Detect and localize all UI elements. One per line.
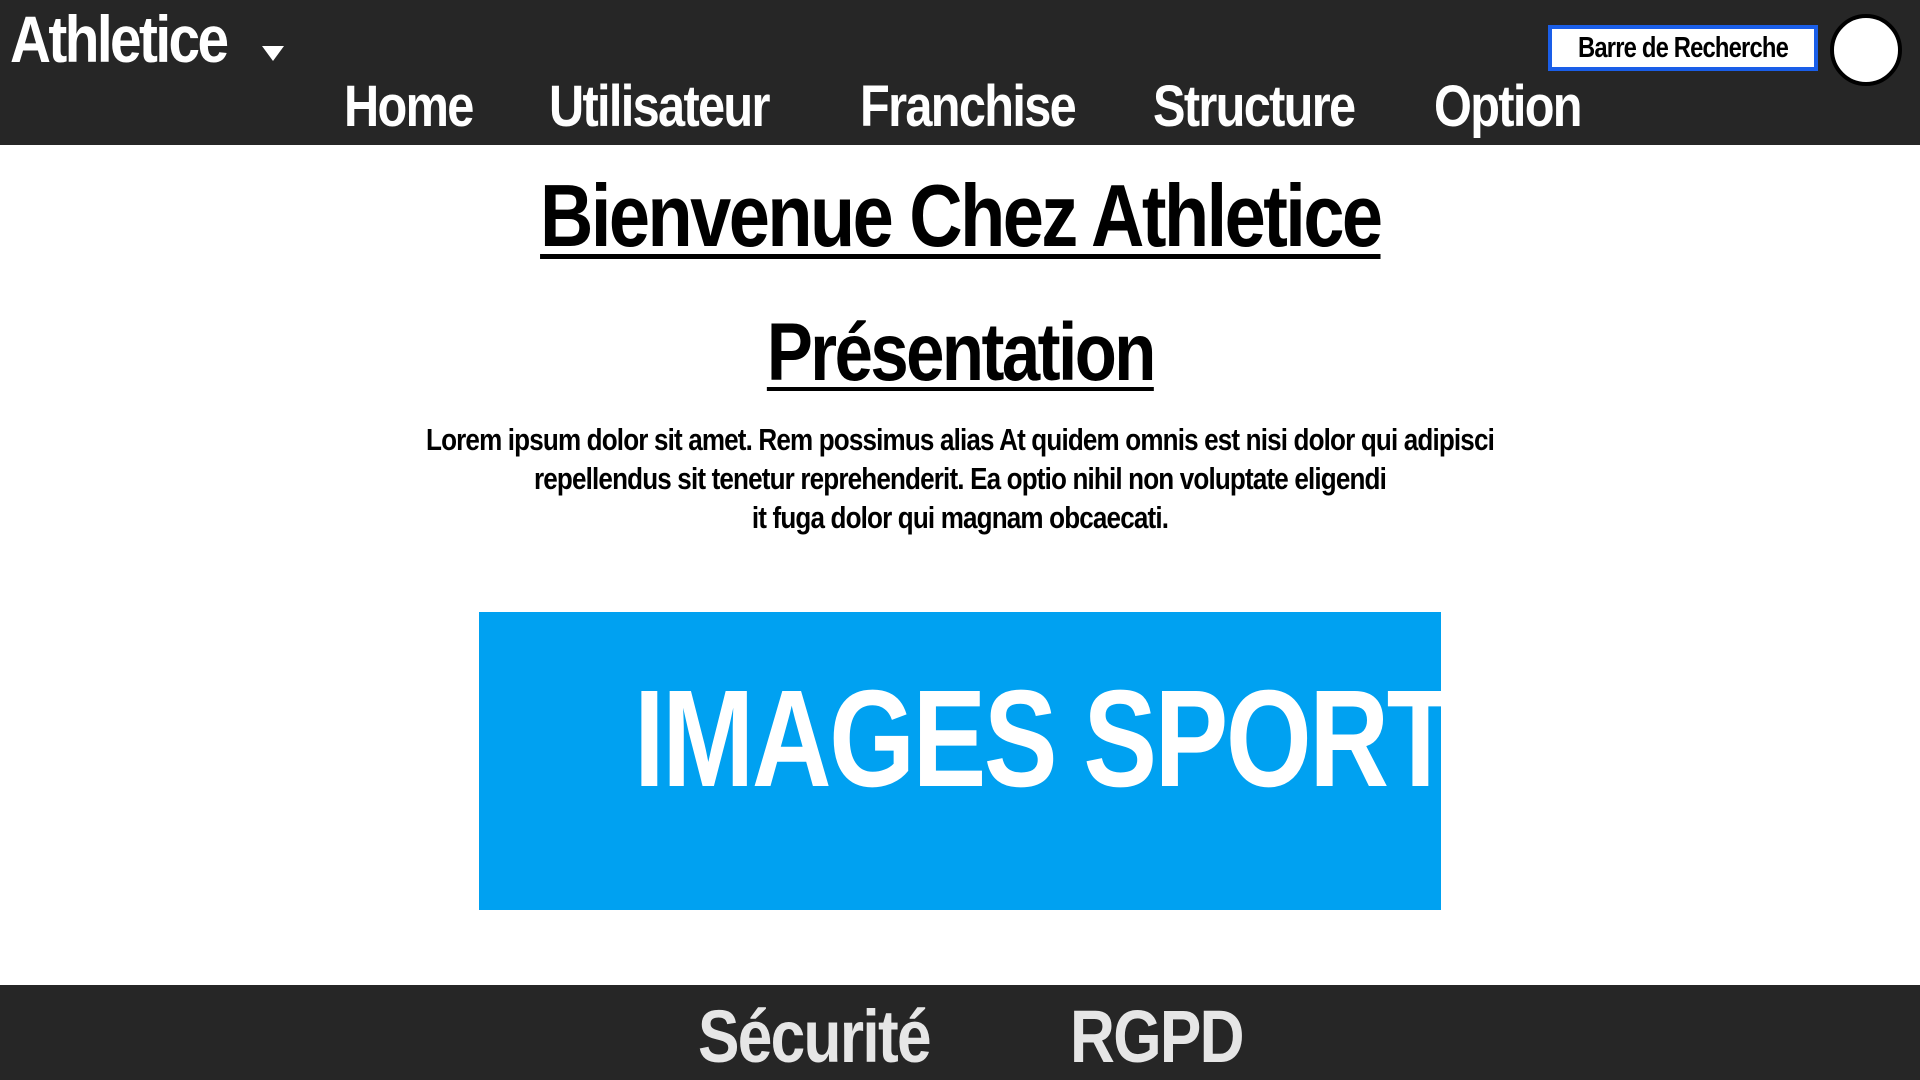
nav-utilisateur[interactable]: Utilisateur xyxy=(549,72,770,142)
intro-line: it fuga dolor qui magnam obcaecati. xyxy=(751,500,1169,535)
nav-franchise[interactable]: Franchise xyxy=(860,72,1077,142)
page-title: Bienvenue Chez Athletice xyxy=(539,166,1383,265)
banner-text: IMAGES SPORT xyxy=(634,662,1454,816)
presentation-heading: Présentation xyxy=(766,307,1156,398)
brand-name: Athletice xyxy=(10,2,229,76)
nav-structure[interactable]: Structure xyxy=(1153,72,1356,142)
main-nav: Home Utilisateur Franchise Structure Opt… xyxy=(0,72,1920,142)
footer-link-securite[interactable]: Sécurité xyxy=(698,997,932,1077)
top-header: Athletice Home Utilisateur Franchise Str… xyxy=(0,0,1920,145)
intro-paragraph: Lorem ipsum dolor sit amet. Rem possimus… xyxy=(0,420,1920,537)
brand-menu[interactable]: Athletice xyxy=(10,4,262,74)
nav-home[interactable]: Home xyxy=(344,72,474,142)
search-bar-label: Barre de Recherche xyxy=(1578,31,1789,64)
page: Athletice Home Utilisateur Franchise Str… xyxy=(0,0,1920,1080)
intro-line: Lorem ipsum dolor sit amet. Rem possimus… xyxy=(426,422,1495,457)
intro-line: repellendus sit tenetur reprehenderit. E… xyxy=(533,461,1387,496)
search-bar[interactable]: Barre de Recherche xyxy=(1548,25,1818,71)
main-title-container: Bienvenue Chez Athletice xyxy=(0,170,1920,262)
footer: Sécurité RGPD xyxy=(0,985,1920,1080)
footer-link-rgpd[interactable]: RGPD xyxy=(1070,997,1245,1077)
user-avatar-icon[interactable] xyxy=(1830,14,1902,86)
nav-option[interactable]: Option xyxy=(1434,72,1583,142)
caret-down-icon[interactable] xyxy=(262,46,284,61)
section-title-container: Présentation xyxy=(0,308,1920,398)
